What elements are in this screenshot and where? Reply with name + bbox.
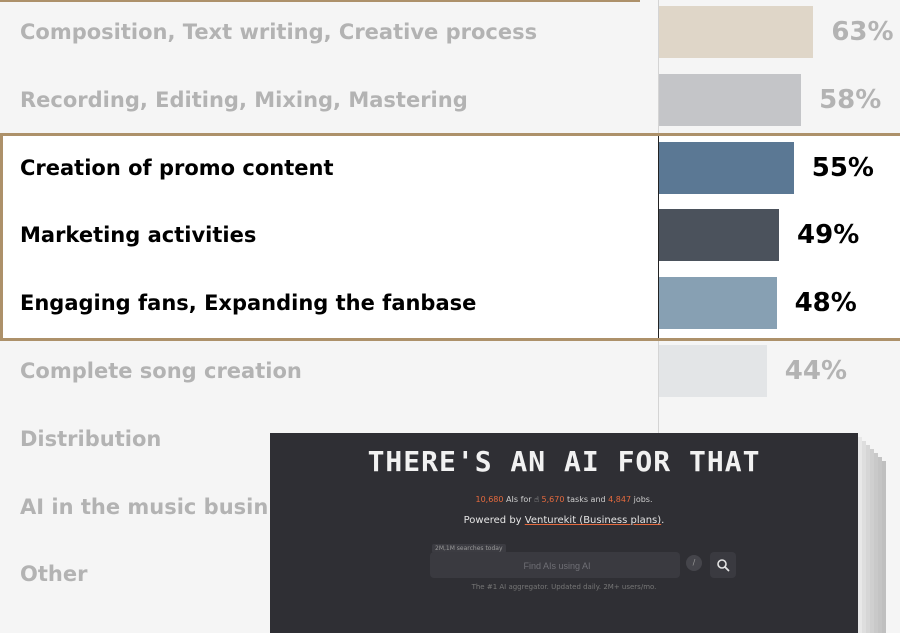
ai-count: 10,680 — [475, 495, 504, 504]
top-border — [0, 0, 640, 2]
bar — [659, 141, 794, 194]
bar — [659, 209, 780, 262]
bar — [659, 6, 814, 58]
category-label: Composition, Text writing, Creative proc… — [20, 20, 538, 44]
stats-text-1: AIs for — [503, 495, 535, 504]
category-label: Other — [20, 562, 88, 587]
job-count: 4,847 — [608, 495, 632, 504]
search-button[interactable] — [710, 552, 736, 578]
overlay-title: THERE'S AN AI FOR THAT — [367, 445, 761, 478]
slash-key-hint: / — [686, 555, 702, 571]
search-icon — [717, 559, 730, 572]
stats-text-2: tasks and — [564, 495, 609, 504]
category-label: Distribution — [20, 426, 162, 451]
value-label: 55% — [811, 152, 874, 183]
venturekit-link[interactable]: Venturekit (Business plans) — [525, 515, 661, 526]
bar — [659, 73, 802, 126]
bar — [659, 277, 777, 330]
overlay-stats: 10,680 AIs for ☝ 5,670 tasks and 4,847 j… — [270, 495, 858, 504]
stats-text-3: jobs. — [631, 495, 653, 504]
category-label: Recording, Editing, Mixing, Mastering — [20, 87, 468, 112]
value-label: 48% — [794, 288, 857, 319]
value-label: 58% — [819, 84, 882, 115]
category-label: Marketing activities — [20, 223, 257, 248]
bar — [659, 345, 767, 397]
hand-icon: ☝ — [534, 495, 539, 504]
task-count: 5,670 — [541, 495, 565, 504]
value-label: 63% — [831, 17, 894, 47]
ai-aggregator-overlay: THERE'S AN AI FOR THAT 10,680 AIs for ☝ … — [270, 433, 858, 633]
category-label: Creation of promo content — [20, 155, 334, 180]
category-label: Engaging fans, Expanding the fanbase — [20, 291, 477, 316]
category-label: Complete song creation — [20, 359, 302, 383]
powered-suffix: . — [661, 515, 665, 526]
value-label: 44% — [784, 356, 848, 386]
search-box[interactable] — [430, 552, 684, 580]
overlay-tagline: The #1 AI aggregator. Updated daily. 2M+… — [471, 583, 657, 591]
category-label: AI in the music busin — [20, 494, 269, 519]
value-label: 49% — [797, 220, 860, 251]
powered-prefix: Powered by — [463, 515, 525, 526]
search-input[interactable] — [430, 552, 684, 580]
powered-by: Powered by Venturekit (Business plans). — [270, 515, 858, 526]
